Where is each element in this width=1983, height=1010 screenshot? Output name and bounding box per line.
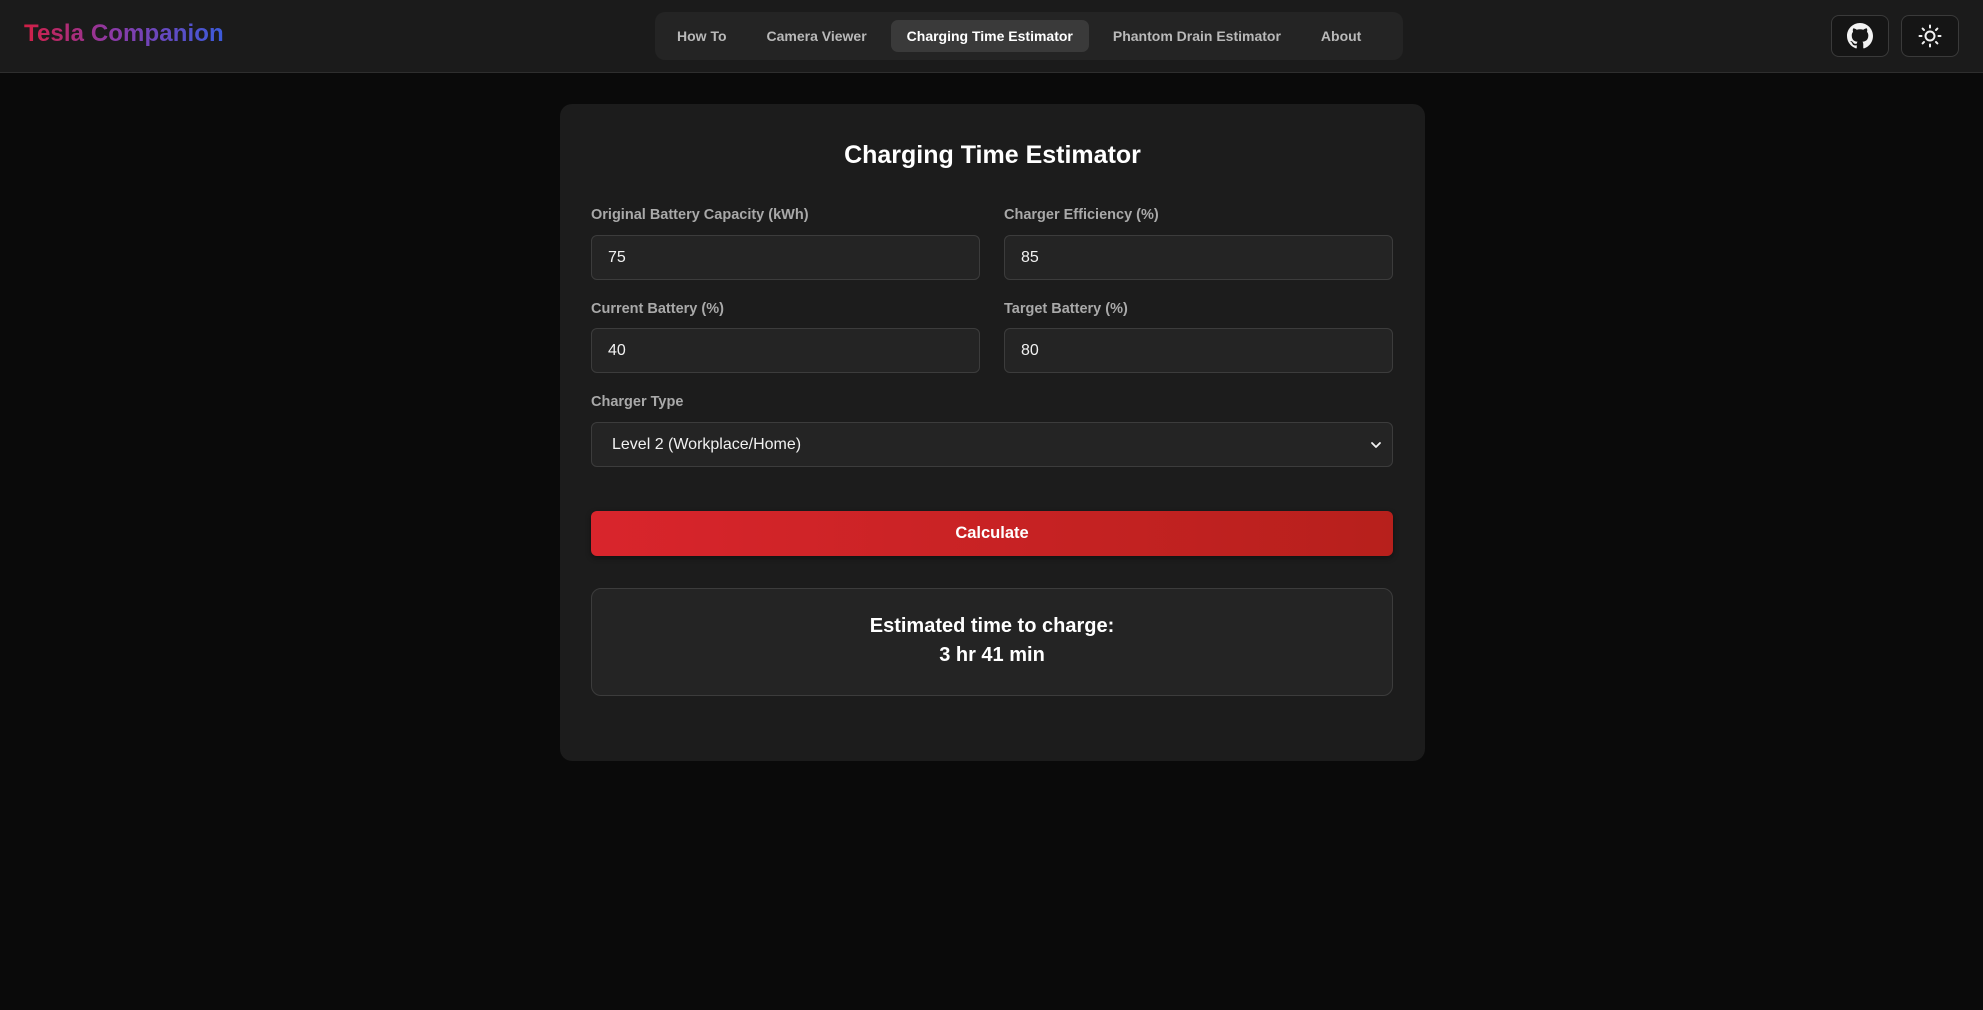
nav-item-how-to[interactable]: How To — [661, 20, 743, 52]
main-nav: How To Camera Viewer Charging Time Estim… — [655, 12, 1403, 60]
charger-type-label: Charger Type — [591, 394, 684, 410]
battery-capacity-input[interactable]: 75 — [591, 235, 980, 280]
result-value: 3 hr 41 min — [939, 644, 1045, 666]
result-label: Estimated time to charge: — [869, 615, 1115, 637]
nav-item-phantom-drain-estimator[interactable]: Phantom Drain Estimator — [1097, 20, 1297, 52]
target-battery-label: Target Battery (%) — [1004, 301, 1128, 317]
nav-item-about[interactable]: About — [1305, 20, 1377, 52]
charger-efficiency-label: Charger Efficiency (%) — [1004, 207, 1159, 223]
battery-capacity-label: Original Battery Capacity (kWh) — [591, 207, 809, 223]
brand-logo[interactable]: Tesla Companion — [24, 20, 224, 48]
charger-efficiency-input[interactable]: 85 — [1004, 235, 1393, 280]
charger-type-selected-value: Level 2 (Workplace/Home) — [612, 435, 802, 453]
top-bar: Tesla Companion How To Camera Viewer Cha… — [0, 0, 1983, 73]
estimator-card: Charging Time Estimator Original Battery… — [560, 104, 1425, 761]
nav-item-charging-time-estimator[interactable]: Charging Time Estimator — [890, 20, 1089, 52]
github-button[interactable] — [1831, 15, 1889, 57]
current-battery-label: Current Battery (%) — [591, 301, 724, 317]
charger-type-select[interactable]: Level 2 (Workplace/Home) — [591, 422, 1393, 467]
target-battery-input[interactable]: 80 — [1004, 328, 1393, 373]
result-panel: Estimated time to charge: 3 hr 41 min — [591, 588, 1393, 696]
page-title: Charging Time Estimator — [844, 141, 1141, 169]
github-icon — [1847, 23, 1873, 49]
current-battery-input[interactable]: 40 — [591, 328, 980, 373]
calculate-button[interactable]: Calculate — [591, 511, 1393, 556]
chevron-down-icon — [1371, 441, 1381, 448]
nav-item-camera-viewer[interactable]: Camera Viewer — [751, 20, 883, 52]
theme-toggle-button[interactable] — [1901, 15, 1959, 57]
sun-icon — [1918, 24, 1942, 48]
